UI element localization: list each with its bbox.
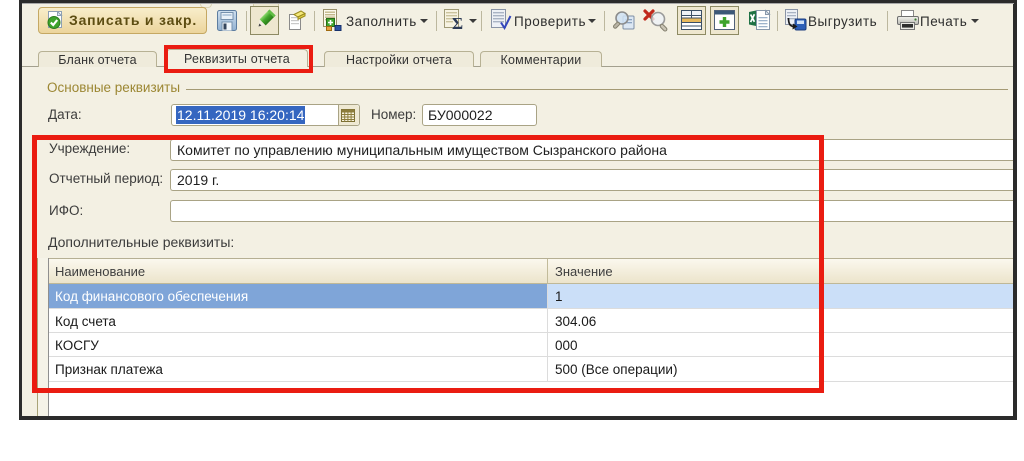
svg-text:Σ: Σ — [452, 14, 463, 31]
